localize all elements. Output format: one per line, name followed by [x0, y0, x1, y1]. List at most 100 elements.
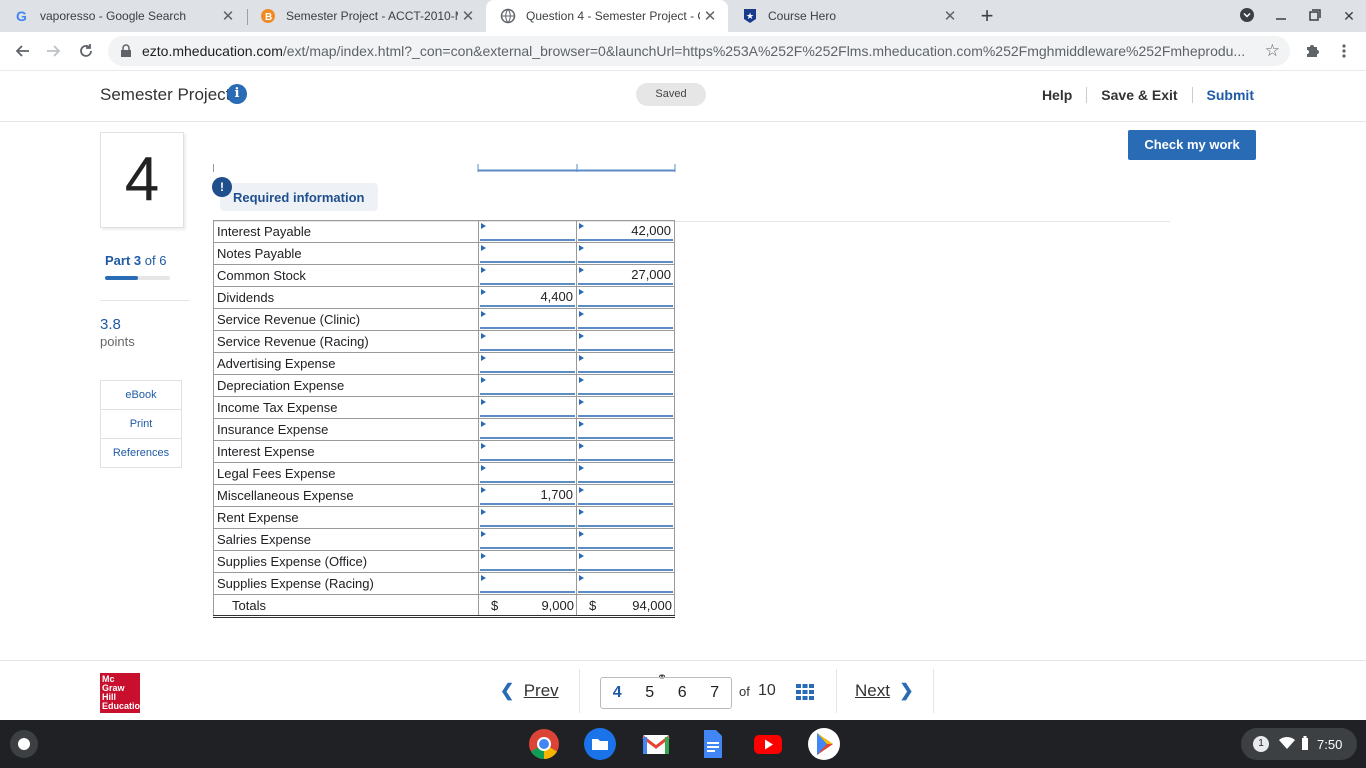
page-7-button[interactable]: 7	[710, 684, 719, 702]
forward-arrow-icon[interactable]	[42, 39, 66, 63]
credit-value	[578, 398, 673, 417]
page-4-button[interactable]: 4	[613, 684, 622, 702]
youtube-icon[interactable]	[752, 728, 784, 760]
credit-input[interactable]	[576, 528, 675, 551]
debit-input[interactable]	[478, 418, 577, 441]
docs-icon[interactable]	[696, 728, 728, 760]
credit-input[interactable]	[576, 572, 675, 595]
page-5-button[interactable]: 5	[645, 684, 654, 702]
credit-input[interactable]	[576, 462, 675, 485]
extensions-puzzle-icon[interactable]	[1300, 39, 1324, 63]
debit-input[interactable]	[478, 330, 577, 353]
next-button[interactable]: Next ❯	[855, 681, 914, 701]
account-name: Common Stock	[213, 264, 479, 287]
launcher-icon[interactable]	[10, 730, 38, 758]
account-name: Legal Fees Expense	[213, 462, 479, 485]
debit-input[interactable]	[478, 396, 577, 419]
debit-value	[480, 332, 575, 351]
debit-input[interactable]	[478, 462, 577, 485]
save-exit-button[interactable]: Save & Exit	[1087, 87, 1193, 103]
credit-input[interactable]	[576, 396, 675, 419]
credit-value	[578, 354, 673, 373]
credit-input[interactable]	[576, 308, 675, 331]
debit-value	[480, 398, 575, 417]
tab-semester-project[interactable]: B Semester Project - ACCT-2010-M ✕	[246, 0, 486, 32]
reload-icon[interactable]	[74, 39, 98, 63]
credit-value: 42,000	[578, 222, 673, 241]
prev-button[interactable]: ❮ Prev	[500, 681, 559, 701]
debit-input[interactable]	[478, 242, 577, 265]
credit-input[interactable]: 42,000	[576, 220, 675, 243]
table-row: Interest Payable 42,000	[213, 220, 675, 243]
credit-input[interactable]	[576, 506, 675, 529]
close-icon[interactable]: ✕	[940, 7, 960, 25]
tab-search-icon[interactable]	[1230, 7, 1264, 26]
debit-input[interactable]	[478, 550, 577, 573]
close-icon[interactable]: ✕	[218, 7, 238, 25]
credit-input[interactable]: 27,000	[576, 264, 675, 287]
debit-value	[480, 442, 575, 461]
credit-input[interactable]	[576, 418, 675, 441]
close-window-icon[interactable]: ✕	[1332, 8, 1366, 25]
bookmark-star-icon[interactable]: ☆	[1265, 41, 1280, 61]
debit-input[interactable]: 4,400	[478, 286, 577, 309]
debit-input[interactable]	[478, 264, 577, 287]
debit-input[interactable]	[478, 308, 577, 331]
debit-input[interactable]	[478, 572, 577, 595]
back-arrow-icon[interactable]	[10, 39, 34, 63]
debit-input[interactable]	[478, 506, 577, 529]
chrome-icon[interactable]	[528, 728, 560, 760]
credit-input[interactable]	[576, 352, 675, 375]
print-button[interactable]: Print	[101, 410, 181, 439]
total-pages: 10	[758, 682, 776, 699]
system-tray[interactable]: 1 7:50	[1241, 728, 1357, 760]
tab-title: Question 4 - Semester Project - C	[526, 9, 700, 23]
debit-value	[480, 508, 575, 527]
lock-icon[interactable]	[120, 44, 132, 63]
credit-input[interactable]	[576, 550, 675, 573]
close-icon[interactable]: ✕	[700, 7, 720, 25]
tab-course-hero[interactable]: ★ Course Hero ✕	[728, 0, 968, 32]
references-button[interactable]: References	[101, 439, 181, 467]
tools-panel: eBook Print References	[100, 380, 182, 468]
required-information-toggle[interactable]: Required information	[220, 183, 378, 211]
info-icon[interactable]: i	[227, 84, 247, 104]
ebook-button[interactable]: eBook	[101, 381, 181, 410]
restore-icon[interactable]	[1298, 8, 1332, 24]
menu-kebab-icon[interactable]	[1332, 39, 1356, 63]
svg-text:★: ★	[746, 12, 754, 22]
files-icon[interactable]	[584, 728, 616, 760]
debit-input[interactable]	[478, 220, 577, 243]
credit-value	[578, 508, 673, 527]
minimize-icon[interactable]	[1264, 8, 1298, 24]
saved-status-badge: Saved	[636, 83, 706, 106]
credit-input[interactable]	[576, 286, 675, 309]
credit-value	[578, 376, 673, 395]
grid-view-icon[interactable]	[796, 684, 814, 705]
play-store-icon[interactable]	[808, 728, 840, 760]
url-text[interactable]: ezto.mheducation.com/ext/map/index.html?…	[142, 43, 1252, 59]
tab-google-search[interactable]: G vaporesso - Google Search ✕	[0, 0, 246, 32]
credit-input[interactable]	[576, 330, 675, 353]
check-my-work-button[interactable]: Check my work	[1128, 130, 1256, 160]
submit-button[interactable]: Submit	[1193, 87, 1254, 103]
debit-input[interactable]	[478, 374, 577, 397]
page-6-button[interactable]: 6	[678, 684, 687, 702]
nav-separator	[836, 669, 837, 713]
help-button[interactable]: Help	[1028, 87, 1088, 103]
close-icon[interactable]: ✕	[458, 7, 478, 25]
debit-input[interactable]	[478, 352, 577, 375]
debit-input[interactable]	[478, 440, 577, 463]
credit-input[interactable]	[576, 484, 675, 507]
credit-input[interactable]	[576, 374, 675, 397]
next-label: Next	[855, 681, 890, 700]
gmail-icon[interactable]	[640, 728, 672, 760]
new-tab-button[interactable]: +	[976, 4, 998, 28]
address-bar[interactable]: ezto.mheducation.com/ext/map/index.html?…	[108, 36, 1290, 66]
debit-input[interactable]	[478, 528, 577, 551]
debit-input[interactable]: 1,700	[478, 484, 577, 507]
globe-icon	[500, 8, 516, 24]
tab-question-4[interactable]: Question 4 - Semester Project - C ✕	[486, 0, 728, 32]
credit-input[interactable]	[576, 440, 675, 463]
credit-input[interactable]	[576, 242, 675, 265]
